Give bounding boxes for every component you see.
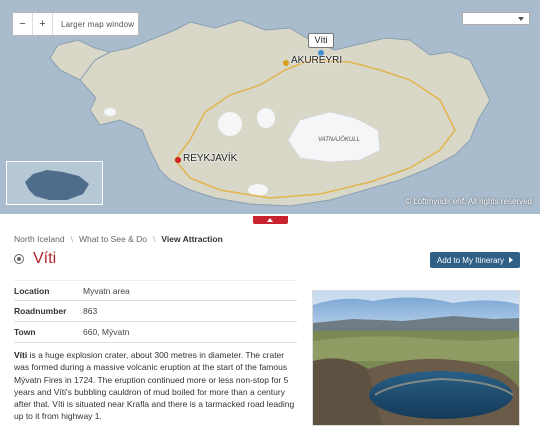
breadcrumb-separator: \ — [70, 234, 73, 244]
map-copyright: © Loftmyndir ehf. All rights reserved — [405, 197, 532, 206]
reykjavik-marker — [175, 157, 181, 163]
overview-inset-map[interactable] — [6, 161, 103, 205]
snaefellsjokull-glacier — [104, 108, 116, 116]
myrdalsjokull-glacier — [248, 184, 268, 196]
info-row: Roadnumber 863 — [14, 301, 297, 322]
title-row: Víti — [14, 250, 56, 268]
arrow-right-icon — [509, 257, 514, 263]
info-table: Location Myvatn area Roadnumber 863 Town… — [14, 280, 297, 343]
description-text: is a huge explosion crater, about 300 me… — [14, 350, 295, 422]
info-key: Roadnumber — [14, 306, 67, 316]
info-row: Location Myvatn area — [14, 280, 297, 301]
description-name: Víti — [14, 350, 28, 360]
description: Víti is a huge explosion crater, about 3… — [14, 349, 299, 423]
breadcrumb-current: View Attraction — [161, 234, 223, 244]
attraction-callout[interactable]: Víti — [308, 33, 334, 48]
attraction-photo[interactable] — [312, 290, 520, 426]
breadcrumb-north-iceland[interactable]: North Iceland — [14, 234, 65, 244]
hofsjokull-glacier — [257, 108, 275, 128]
breadcrumb: North Iceland \ What to See & Do \ View … — [14, 234, 223, 244]
attraction-icon — [14, 254, 24, 264]
chevron-down-icon — [518, 17, 524, 21]
zoom-out-button[interactable]: − — [13, 13, 33, 35]
inset-iceland-icon — [25, 170, 89, 200]
info-row: Town 660, Mývatn — [14, 322, 297, 343]
breadcrumb-separator: \ — [152, 234, 156, 244]
larger-map-link[interactable]: Larger map window — [53, 20, 134, 29]
info-value: 660, Mývatn — [83, 327, 130, 337]
breadcrumb-what-to-see[interactable]: What to See & Do — [79, 234, 147, 244]
reykjavik-label: REYKJAVÍK — [183, 153, 238, 164]
map-type-select[interactable] — [462, 12, 530, 25]
info-value: Myvatn area — [83, 285, 130, 296]
collapse-map-button[interactable] — [253, 216, 288, 224]
crater-photo-image — [313, 291, 519, 425]
info-key: Town — [14, 327, 36, 337]
add-to-itinerary-button[interactable]: Add to My Itinerary — [430, 252, 520, 268]
akureyri-label: AKUREYRI — [291, 55, 343, 66]
langjokull-glacier — [218, 112, 242, 136]
map-zoom-bar: − + Larger map window — [12, 12, 139, 36]
page: − + Larger map window Víti AKUREYRI REYK… — [0, 0, 540, 434]
akureyri-marker — [283, 60, 289, 66]
info-key: Location — [14, 285, 50, 296]
page-title: Víti — [33, 250, 57, 267]
map[interactable]: − + Larger map window Víti AKUREYRI REYK… — [0, 0, 540, 214]
chevron-up-icon — [267, 218, 273, 222]
zoom-in-button[interactable]: + — [33, 13, 53, 35]
vatnajokull-label: VATNAJÖKULL — [318, 137, 360, 143]
add-to-itinerary-label: Add to My Itinerary — [436, 255, 505, 265]
info-value: 863 — [83, 306, 98, 316]
